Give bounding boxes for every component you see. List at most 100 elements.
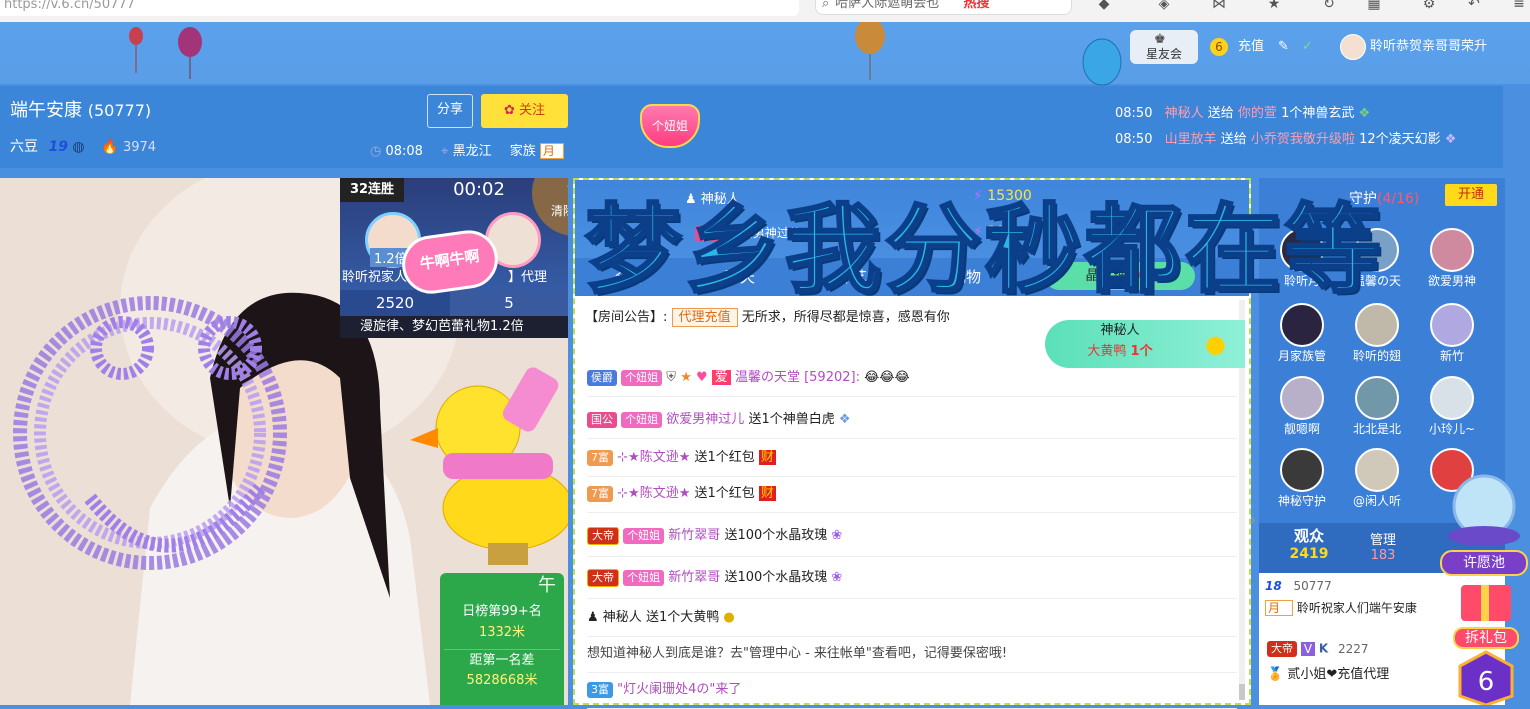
chick-icon: ● [1205, 330, 1226, 358]
rank-panel[interactable]: 午 日榜第99+名 1332米 距第一名差 5828668米 [440, 573, 564, 705]
level-icon: ◍ [72, 139, 85, 155]
audience-row[interactable]: 18 50777 [1265, 579, 1332, 593]
room-time: 08:08 [385, 144, 423, 159]
star-club-button[interactable]: ♚ 星友会 [1130, 30, 1198, 64]
audience-row-name[interactable]: 月 聆听祝家人们端午安康 [1265, 599, 1417, 616]
vip-icon: V [1300, 641, 1316, 656]
mystery-gift-popup: 神秘人 大黄鸭 1个 ● [1045, 320, 1245, 368]
scroll-thumb[interactable] [1239, 684, 1245, 700]
audience-label: 观众 [1293, 527, 1324, 545]
share-nodes-icon[interactable]: ⋈ [1210, 0, 1228, 12]
chat-nick[interactable]: 温馨の天堂 [735, 370, 800, 385]
guard-item[interactable]: @闲人听 [1346, 448, 1408, 509]
video-player[interactable]: 32连胜 00:02 1.2倍 聆听祝家人 】代理 2520 5 漫旋律、梦幻芭… [0, 178, 568, 705]
balloon-icon [855, 22, 885, 80]
check-icon[interactable]: ✓ [1302, 38, 1313, 56]
chat-nick[interactable]: ⊹★陈文逊★ [617, 486, 690, 501]
announcement-text: 无所求，所得尽都是惊喜，感恩有你 [741, 310, 950, 325]
rank-badge: 国公 [587, 411, 617, 428]
share-button[interactable]: 分享 [427, 94, 473, 128]
bookmark-icon[interactable]: ★ [1265, 0, 1283, 12]
user-level: 18 [1265, 579, 1282, 593]
chat-nick[interactable]: 新竹翠哥 [668, 570, 720, 585]
chat-system-text: 想知道神秘人到底是谁？去"管理中心 - 来往帐单"查看吧，记得要保密哦! [587, 646, 1008, 661]
feed-sender[interactable]: 神秘人 [1165, 106, 1204, 121]
feed-receiver[interactable]: 你的萱 [1238, 106, 1277, 121]
guard-avatar [1280, 376, 1324, 420]
crystal-rose-icon: ❀ [831, 528, 843, 543]
balloon-icon [178, 27, 202, 79]
hat-icon: ♟ [587, 610, 599, 625]
chat-nick[interactable]: ⊹★陈文逊★ [617, 450, 690, 465]
follow-button[interactable]: ✿ 关注 [481, 94, 568, 128]
guard-item[interactable]: 神秘守护 [1271, 448, 1333, 509]
search-text: 哈萨人际遮萌会也 [835, 0, 940, 11]
family-tag[interactable]: 月 [539, 143, 564, 159]
guard-item[interactable]: 聆听的翅 [1346, 303, 1408, 364]
audience-row-name[interactable]: 🏅 贰小姐❤充值代理 [1267, 663, 1389, 682]
feed-verb: 送给 [1207, 106, 1234, 121]
follow-label: 关注 [519, 103, 546, 118]
star-club-label: 星友会 [1145, 47, 1182, 61]
menu-icon[interactable]: ≡ [1510, 0, 1528, 12]
chat-nick[interactable]: 神秘人 [603, 610, 642, 625]
guard-name: 靓嗯啊 [1283, 422, 1320, 436]
rank-badge: 侯爵 [587, 369, 617, 386]
tab-admin[interactable]: 管理 183 [1353, 529, 1413, 563]
recharge-link[interactable]: 充值 [1238, 38, 1264, 56]
feed-time: 08:50 [1115, 132, 1153, 147]
guard-avatar [1430, 376, 1474, 420]
gift-box-icon [1461, 585, 1511, 621]
guard-name: @闲人听 [1352, 494, 1401, 508]
apps-grid-icon[interactable]: ▦ [1365, 0, 1383, 12]
undo-icon[interactable]: ↶ [1465, 0, 1483, 12]
chat-text: 送1个大黄鸭 [645, 610, 720, 625]
extension-icon[interactable]: ◆ [1095, 0, 1113, 12]
popup-name: 神秘人 [1100, 323, 1140, 338]
audience-row[interactable]: 大帝 V K 2227 [1267, 641, 1369, 657]
feed-sender[interactable]: 山里放羊 [1165, 132, 1217, 147]
heart-icon: ♥ [695, 370, 708, 385]
user-avatar[interactable] [1340, 34, 1366, 60]
guard-item[interactable]: 北北是北 [1346, 376, 1408, 437]
family-label: 家族 [509, 144, 536, 159]
wish-pool-widget[interactable]: 许愿池 [1440, 470, 1528, 576]
chat-message: 国公 个妞姐 欲爱男神过儿 送1个神兽白虎 ❖ [587, 402, 1237, 439]
guard-item[interactable]: 新竹 [1421, 303, 1483, 364]
settings-icon[interactable]: ⚙ [1420, 0, 1438, 12]
browser-search-box[interactable]: ⌕ 哈萨人际遮萌会也 热搜 [815, 0, 1072, 15]
guard-item[interactable]: 小玲儿~ [1421, 376, 1483, 437]
yellow-duck-icon [410, 367, 568, 565]
popup-count: 1个 [1130, 344, 1153, 359]
pk-left-score: 2520 [340, 290, 450, 316]
edit-icon[interactable]: ✎ [1278, 38, 1289, 56]
chat-text: 送1个红包 [694, 486, 755, 501]
chat-nick[interactable]: 新竹翠哥 [668, 528, 720, 543]
sync-icon[interactable]: ↻ [1320, 0, 1338, 12]
feed-gift: 12个凌天幻影 [1359, 132, 1441, 147]
translate-icon[interactable]: ◈ [1155, 0, 1173, 12]
guard-item[interactable]: 月家族管 [1271, 303, 1333, 364]
pk-right-name: 】代理 [508, 270, 548, 285]
guard-item[interactable]: 靓嗯啊 [1271, 376, 1333, 437]
admin-label: 管理 [1369, 533, 1396, 548]
clear-effects-label: 清除特效 [550, 204, 568, 218]
url-bar[interactable]: https://v.6.cn/50777 [0, 0, 799, 16]
win-streak: 32连胜 [340, 178, 404, 202]
rank-badge: 3富 [587, 681, 613, 698]
chevron-right-icon[interactable]: › [1250, 510, 1256, 529]
feed-receiver[interactable]: 小乔贺我敬升级啦 [1251, 132, 1355, 147]
chat-text: 送1个神兽白虎 [748, 412, 835, 427]
gift-pack-widget[interactable]: 拆礼包 [1453, 575, 1519, 649]
announcement-tag[interactable]: 代理充值 [671, 308, 738, 327]
announcement-label: 【房间公告】: [585, 310, 668, 325]
guard-name: 聆听的翅 [1352, 349, 1401, 363]
chat-message: 大帝 个妞姐 新竹翠哥 送100个水晶玫瑰 ❀ [587, 558, 1237, 599]
hot-search-badge: 热搜 [963, 0, 990, 11]
chat-nick[interactable]: 欲爱男神过儿 [666, 412, 744, 427]
guard-name: 小玲儿~ [1428, 422, 1476, 436]
username[interactable]: 聆听恭贺亲哥哥荣升 [1370, 38, 1487, 56]
user-id: 50777 [1293, 579, 1332, 593]
tab-audience[interactable]: 观众 2419 [1279, 525, 1339, 562]
pk-left-name: 聆听祝家人 [342, 270, 408, 285]
